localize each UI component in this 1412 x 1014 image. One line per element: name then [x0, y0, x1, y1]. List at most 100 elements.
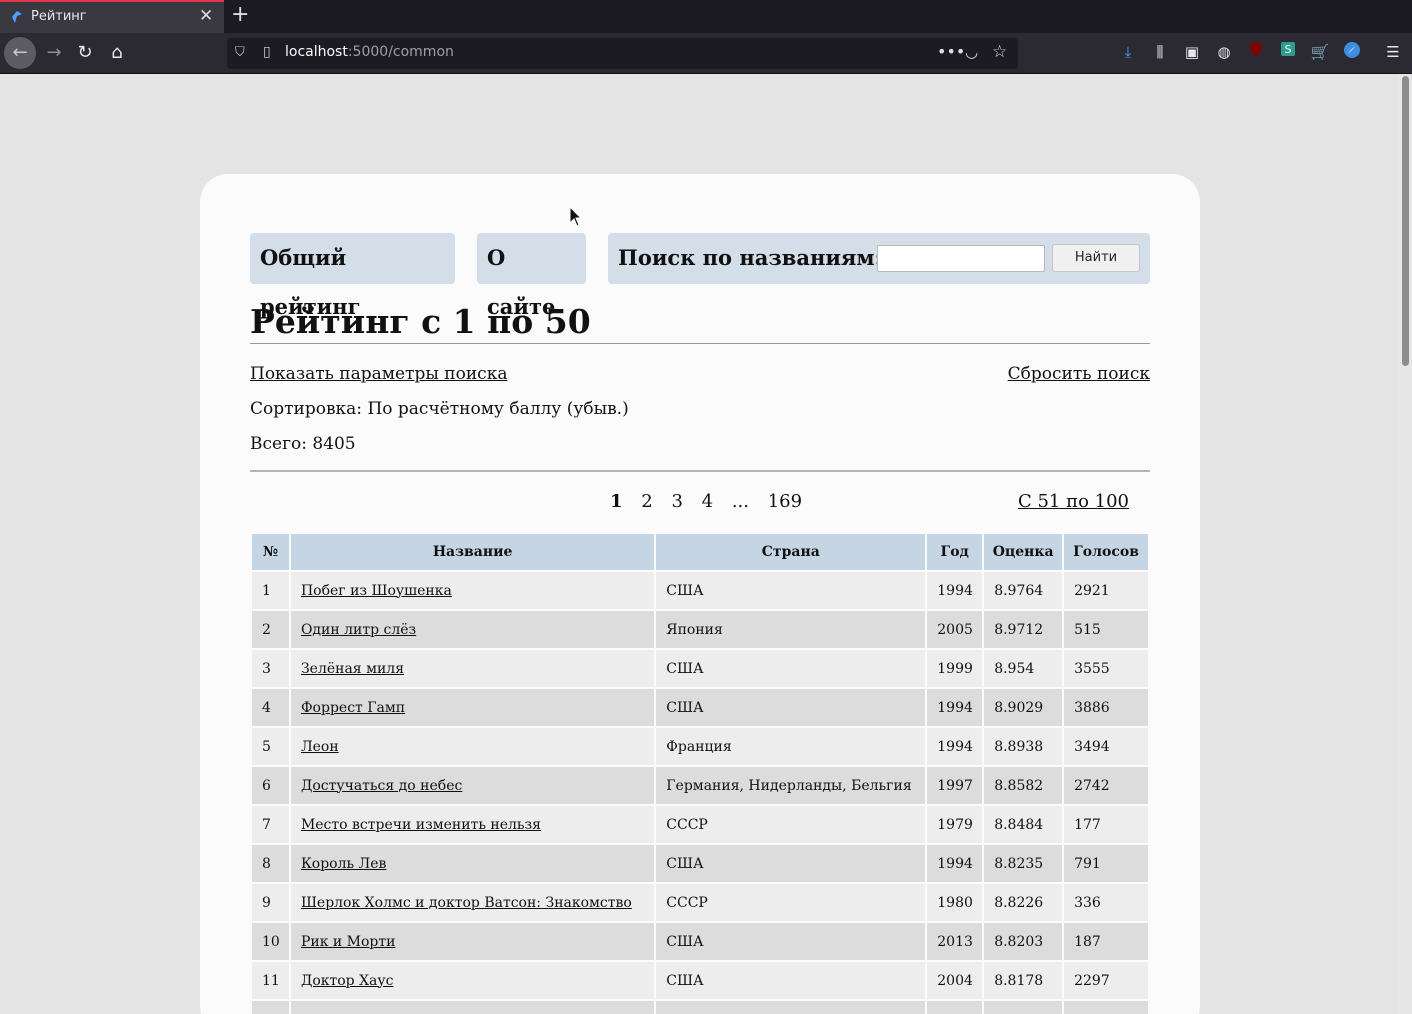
url-text[interactable]: localhost:5000/common — [285, 44, 454, 60]
cell-country: США — [656, 845, 926, 882]
url-bar[interactable]: ⛉ ▯ localhost:5000/common ••• ◡ ☆ — [227, 38, 1018, 69]
cell-title: Форрест Гамп — [290, 689, 655, 726]
cell-year: 1994 — [927, 845, 983, 882]
movie-link[interactable]: Один литр слёз — [301, 622, 416, 638]
movie-link[interactable]: Побег из Шоушенка — [301, 583, 452, 599]
cell-number: 11 — [252, 962, 289, 999]
reload-icon[interactable]: ↻ — [71, 39, 99, 67]
search-label: Поиск по названиям: — [618, 245, 883, 270]
star-icon[interactable]: ☆ — [992, 42, 1007, 62]
cell-year: 1997 — [927, 767, 983, 804]
reset-search-link[interactable]: Сбросить поиск — [1008, 364, 1150, 384]
tab-strip: Рейтинг ✕ + — [0, 0, 1412, 33]
close-tab-icon[interactable]: ✕ — [199, 6, 213, 26]
cell-number: 3 — [252, 650, 289, 687]
page-link[interactable]: 4 — [702, 491, 713, 512]
pocket-icon[interactable]: ◡ — [965, 43, 978, 61]
cell-votes: 515 — [1064, 611, 1148, 648]
table-row: 4 Форрест Гамп США 1994 8.9029 3886 — [252, 689, 1148, 726]
cell-votes — [1064, 1001, 1148, 1014]
about-link[interactable]: О сайте — [477, 233, 586, 319]
page-title: Рейтинг с 1 по 50 — [250, 302, 591, 341]
navigation-toolbar: ← → ↻ ⌂ ⛉ ▯ localhost:5000/common ••• ◡ … — [0, 33, 1412, 74]
cell-title: Леон — [290, 728, 655, 765]
table-row: 8 Король Лев США 1994 8.8235 791 — [252, 845, 1148, 882]
column-header-score: Оценка — [984, 534, 1063, 570]
cell-votes: 336 — [1064, 884, 1148, 921]
forward-icon[interactable]: → — [40, 39, 68, 67]
pagination: 1 2 3 4 ... 169 — [610, 491, 815, 512]
cell-votes: 2297 — [1064, 962, 1148, 999]
shield-icon[interactable]: ⛉ — [235, 45, 245, 60]
table-header-row: № Название Страна Год Оценка Голосов — [252, 534, 1148, 570]
library-icon[interactable]: ⫼ — [1149, 41, 1171, 63]
cell-number — [252, 1001, 289, 1014]
cell-number: 4 — [252, 689, 289, 726]
table-row: 9 Шерлок Холмс и доктор Ватсон: Знакомств… — [252, 884, 1148, 921]
cell-number: 2 — [252, 611, 289, 648]
svg-text:S: S — [1285, 43, 1292, 56]
table-row: 5 Леон Франция 1994 8.8938 3494 — [252, 728, 1148, 765]
movie-link[interactable]: Форрест Гамп — [301, 700, 405, 716]
cell-score: 8.9029 — [984, 689, 1063, 726]
sidebar-icon[interactable]: ▣ — [1181, 41, 1203, 63]
cart-icon[interactable]: 🛒 — [1309, 41, 1331, 63]
table-row: 1 Побег из Шоушенка США 1994 8.9764 2921 — [252, 572, 1148, 609]
page-link[interactable]: 3 — [671, 491, 682, 512]
cell-number: 5 — [252, 728, 289, 765]
cell-year: 1999 — [927, 650, 983, 687]
menu-icon[interactable]: ☰ — [1382, 41, 1404, 63]
cell-score: 8.8178 — [984, 962, 1063, 999]
cell-title: Шерлок Холмс и доктор Ватсон: Знакомство — [290, 884, 655, 921]
movie-link[interactable]: Рик и Морти — [301, 934, 396, 950]
active-tab[interactable]: Рейтинг ✕ — [0, 0, 224, 33]
movie-link[interactable]: Место встречи изменить нельзя — [301, 817, 541, 833]
overall-rating-link[interactable]: Общий рейтинг — [250, 233, 455, 319]
search-input[interactable] — [877, 245, 1045, 272]
cell-score: 8.8235 — [984, 845, 1063, 882]
cell-country: Германия, Нидерланды, Бельгия — [656, 767, 926, 804]
cell-country: США — [656, 689, 926, 726]
movie-link[interactable]: Король Лев — [301, 856, 386, 872]
page-current: 1 — [610, 491, 623, 512]
ublock-icon[interactable] — [1245, 41, 1267, 63]
page-content: Общий рейтинг О сайте Поиск по названиям… — [200, 174, 1200, 1014]
cell-number: 8 — [252, 845, 289, 882]
more-icon[interactable]: ••• — [937, 42, 965, 61]
search-button[interactable]: Найти — [1052, 244, 1140, 272]
download-icon[interactable]: ⤓ — [1117, 41, 1139, 63]
cell-title: Рик и Морти — [290, 923, 655, 960]
column-header-votes: Голосов — [1064, 534, 1148, 570]
globe-icon[interactable]: ◍ — [1213, 41, 1235, 63]
movie-link[interactable]: Леон — [301, 739, 339, 755]
new-tab-icon[interactable]: + — [231, 2, 249, 27]
column-header-title: Название — [290, 534, 655, 570]
cell-country: СССР — [656, 884, 926, 921]
movie-link[interactable]: Доктор Хаус — [301, 973, 394, 989]
home-icon[interactable]: ⌂ — [103, 39, 131, 67]
movie-link[interactable]: Зелёная миля — [301, 661, 404, 677]
show-search-params-link[interactable]: Показать параметры поиска — [250, 364, 507, 384]
search-form: Поиск по названиям: Найти — [608, 233, 1150, 284]
cell-votes: 3494 — [1064, 728, 1148, 765]
table-row: 11 Доктор Хаус США 2004 8.8178 2297 — [252, 962, 1148, 999]
page-link-last[interactable]: 169 — [768, 491, 802, 512]
sort-info: Сортировка: По расчётному баллу (убыв.) — [250, 399, 629, 419]
compass-icon[interactable] — [1341, 41, 1363, 63]
cell-year: 1994 — [927, 689, 983, 726]
cell-country: Япония — [656, 611, 926, 648]
s-extension-icon[interactable]: S — [1277, 41, 1299, 63]
next-page-link[interactable]: С 51 по 100 — [1018, 491, 1129, 512]
page-icon[interactable]: ▯ — [263, 44, 271, 60]
cell-year — [927, 1001, 983, 1014]
cell-votes: 177 — [1064, 806, 1148, 843]
movie-link[interactable]: Шерлок Холмс и доктор Ватсон: Знакомство — [301, 895, 632, 911]
page-link[interactable]: 2 — [641, 491, 652, 512]
back-icon[interactable]: ← — [4, 37, 36, 69]
cell-country: США — [656, 650, 926, 687]
movie-link[interactable]: Достучаться до небес — [301, 778, 462, 794]
divider — [250, 470, 1150, 472]
cell-votes: 791 — [1064, 845, 1148, 882]
scrollbar-thumb[interactable] — [1402, 76, 1409, 366]
cell-title: Король Лев — [290, 845, 655, 882]
